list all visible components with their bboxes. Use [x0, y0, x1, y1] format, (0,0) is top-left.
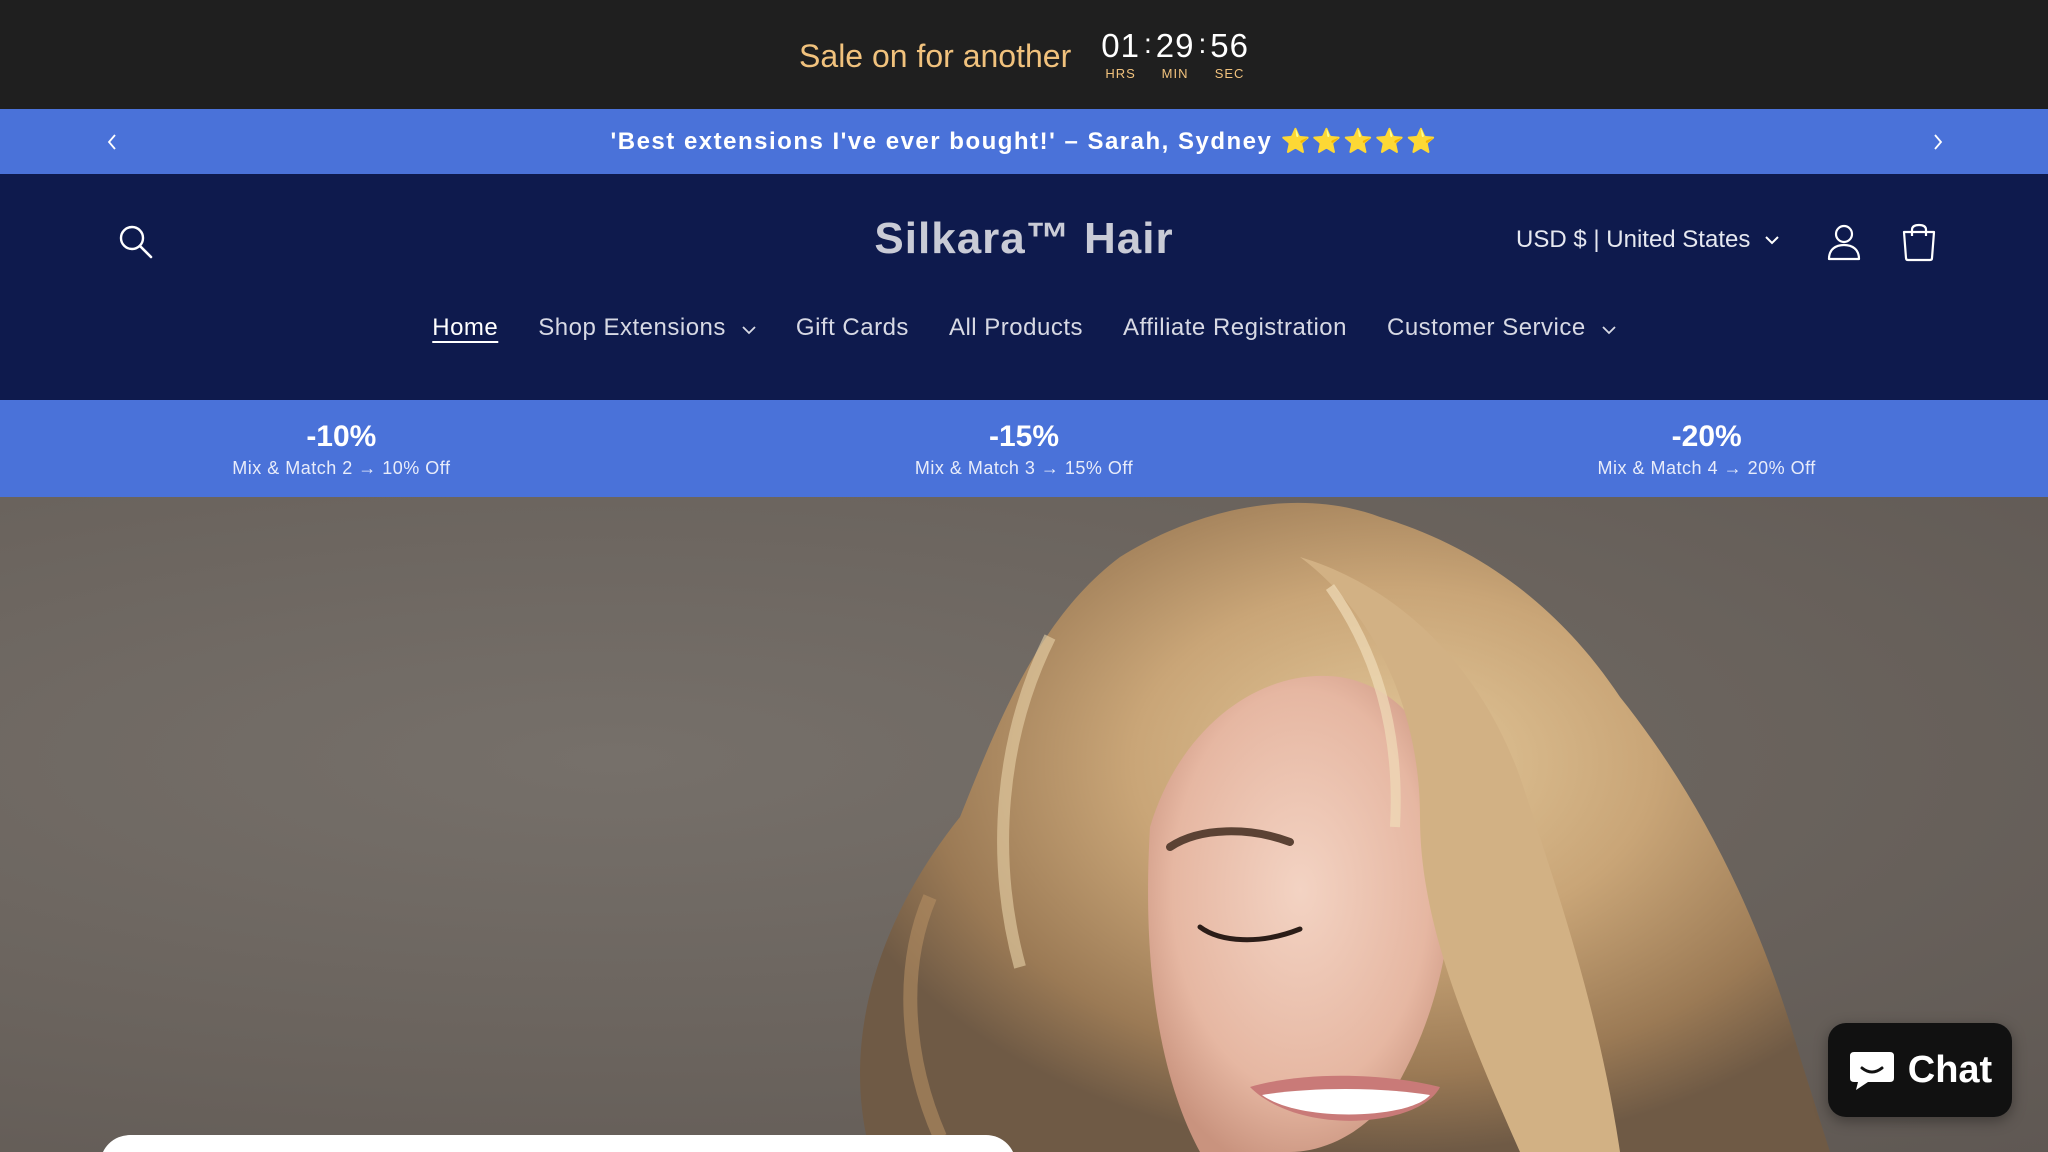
chevron-left-icon [107, 133, 116, 150]
countdown-seconds-label: SEC [1214, 66, 1245, 81]
announcement-next-button[interactable] [1918, 109, 1958, 174]
currency-label: USD $ | United States [1516, 226, 1751, 253]
chevron-down-icon [1765, 236, 1780, 245]
cart-icon [1902, 223, 1936, 262]
currency-selector[interactable]: USD $ | United States [1516, 226, 1780, 254]
chat-label: Chat [1907, 1048, 1993, 1091]
discount-percent: -10% [306, 420, 377, 453]
chevron-down-icon [742, 325, 756, 334]
discount-description: Mix & Match 4 → 20% Off [1597, 458, 1816, 478]
nav-item-customer-service[interactable]: Customer Service [1387, 314, 1616, 342]
announcement-bar: 'Best extensions I've ever bought!' – Sa… [0, 109, 2048, 174]
account-button[interactable] [1826, 222, 1862, 262]
nav-item-label: Gift Cards [795, 314, 909, 341]
countdown-text: Sale on for another [799, 38, 1072, 74]
countdown-bar: Sale on for another 01 HRS : 29 MIN : 56… [0, 0, 2048, 109]
countdown-minutes-value: 29 [1155, 27, 1195, 64]
nav-item-gift-cards[interactable]: Gift Cards [796, 314, 909, 342]
announcement-text: 'Best extensions I've ever bought!' – Sa… [610, 128, 1438, 155]
discount-description: Mix & Match 2 → 10% Off [232, 458, 451, 478]
discount-tier: -10% Mix & Match 2 → 10% Off [0, 400, 683, 497]
nav-item-all-products[interactable]: All Products [949, 314, 1083, 342]
site-header: Silkara™ Hair USD $ | United States Home… [0, 174, 2048, 400]
chat-bubble-icon [1849, 1052, 1894, 1090]
discount-tier: -20% Mix & Match 4 → 20% Off [1365, 400, 2048, 497]
nav-item-shop-extensions[interactable]: Shop Extensions [538, 314, 756, 342]
countdown-separator: : [1143, 28, 1152, 59]
countdown-hours-label: HRS [1105, 66, 1136, 81]
announcement-prev-button[interactable] [92, 109, 132, 174]
countdown-separator: : [1198, 28, 1207, 59]
countdown-seconds: 56 SEC [1210, 27, 1249, 82]
countdown-hours: 01 HRS [1101, 27, 1140, 82]
account-icon [1827, 224, 1861, 261]
discount-tier: -15% Mix & Match 3 → 15% Off [683, 400, 1366, 497]
hero-banner [0, 497, 2048, 1152]
countdown-seconds-value: 56 [1210, 27, 1249, 64]
discount-percent: -20% [1671, 420, 1742, 453]
discount-tiers: -10% Mix & Match 2 → 10% Off -15% Mix & … [0, 400, 2048, 497]
countdown-timer: 01 HRS : 29 MIN : 56 SEC [1101, 27, 1249, 82]
nav-item-label: Customer Service [1387, 314, 1586, 341]
countdown-minutes: 29 MIN [1155, 27, 1195, 82]
discount-description: Mix & Match 3 → 15% Off [914, 458, 1134, 478]
countdown-hours-value: 01 [1101, 27, 1140, 64]
nav-item-label: Affiliate Registration [1123, 314, 1347, 341]
discount-percent: -15% [988, 420, 1060, 453]
nav-item-label: All Products [948, 314, 1083, 341]
chat-button[interactable]: Chat [1828, 1023, 2012, 1117]
chevron-down-icon [1602, 325, 1616, 334]
nav-item-label: Home [432, 314, 499, 341]
hero-content-card [100, 1135, 1016, 1152]
nav-item-affiliate-registration[interactable]: Affiliate Registration [1123, 314, 1347, 342]
chevron-right-icon [1934, 133, 1943, 150]
cart-button[interactable] [1900, 222, 1938, 262]
main-nav: Home Shop Extensions Gift Cards All Prod… [0, 314, 2048, 342]
hero-image [860, 502, 1830, 1152]
countdown-minutes-label: MIN [1161, 66, 1189, 81]
nav-item-home[interactable]: Home [432, 314, 498, 342]
nav-item-label: Shop Extensions [538, 314, 726, 341]
